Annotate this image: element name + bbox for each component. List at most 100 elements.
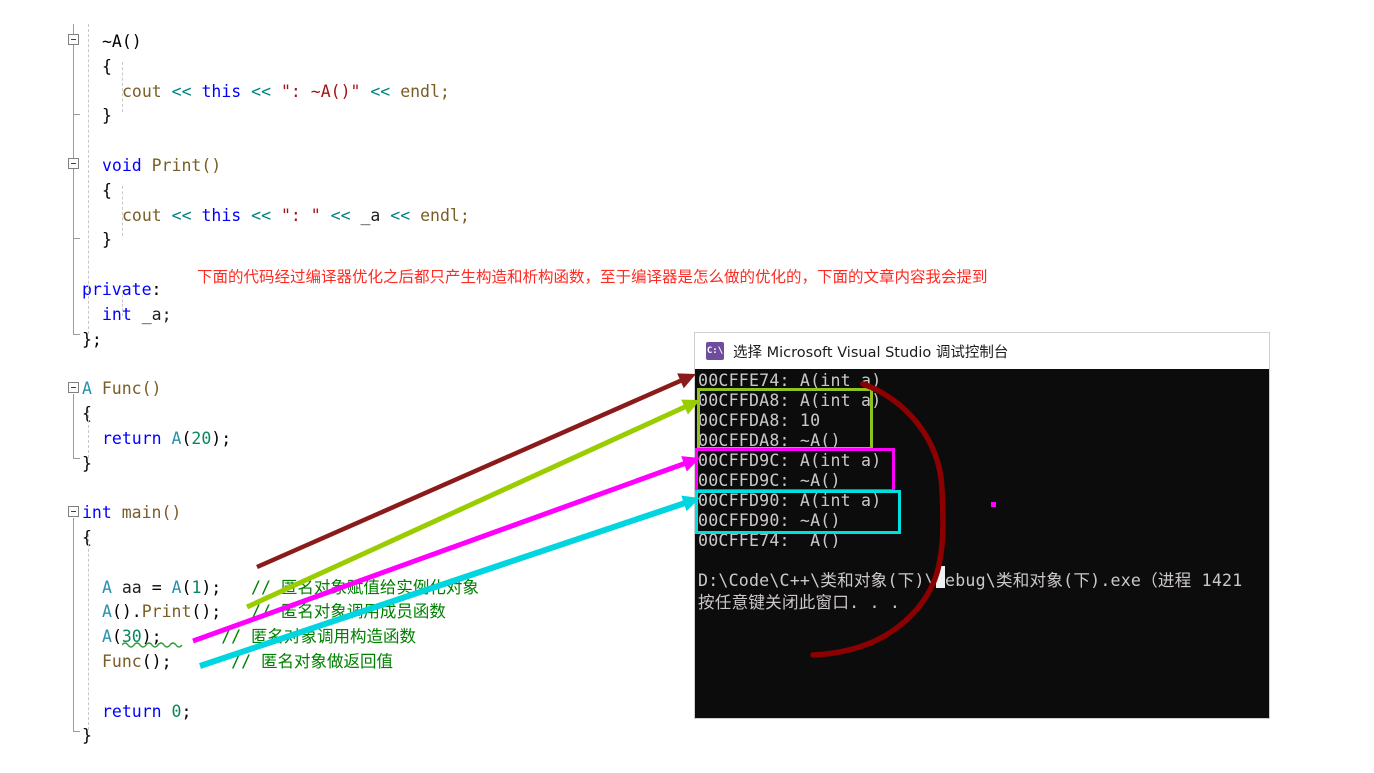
code-token: } [82,453,92,473]
code-token: ": ~A()" [280,81,371,101]
indent-guide-3 [122,186,123,236]
indent-guide-4 [122,290,123,316]
code-line: { [102,55,112,80]
code-token: Print [141,602,192,622]
magenta-highlight-box [695,448,895,492]
fold-toggle-func[interactable] [68,382,79,393]
code-token: main() [121,503,182,523]
code-token: // 匿名对象调用成员函数 [251,602,446,622]
code-token: 1 [191,577,202,597]
console-line: D:\Code\C++\类和对象(下)\Debug\类和对象(下).exe（进程… [698,571,1243,590]
code-token: this [201,205,252,225]
gutter-brace-cap-class-bottom [73,334,80,335]
code-line: ~A() [102,30,142,55]
code-token: return [102,701,172,721]
code-token: // 匿名对象调用构造函数 [221,627,417,647]
code-line: void Print() [102,154,221,179]
code-token: << [171,81,202,101]
code-token: _a [360,205,391,225]
code-token: (); [141,652,232,671]
console-title-bar[interactable]: C:\ 选择 Microsoft Visual Studio 调试控制台 [695,333,1269,370]
code-token: A [171,577,182,597]
code-token: ); [211,428,232,448]
code-token: ; [181,701,192,721]
code-editor-pane[interactable]: ~A() {cout << this << ": ~A()" << endl;} v… [0,0,988,773]
code-token: int [82,503,122,523]
code-token: void [102,156,152,175]
code-token: }; [82,329,102,349]
code-line: A Func() [82,377,161,402]
gutter-brace-cap-main [73,731,80,732]
code-line: }; [82,328,102,353]
gutter-brace-cap-print [73,238,80,239]
fold-toggle-destructor[interactable] [68,34,79,45]
code-token: = [151,577,172,597]
code-token: } [82,726,92,746]
error-squiggle-underline [122,642,183,648]
code-token: ); [201,577,252,597]
code-token: A [82,379,102,399]
code-line: A().Print(); // 匿名对象调用成员函数 [102,600,446,625]
code-token: A [102,627,112,647]
code-token: cout [122,205,172,225]
code-token: A [102,577,122,597]
code-line: cout << this << ": ~A()" << endl; [122,80,450,105]
gutter-brace-cap-func [73,458,80,459]
red-annotation-text: 下面的代码经过编译器优化之后都只产生构造和析构函数，至于编译器是怎么做的优化的，… [197,268,988,286]
code-token: << [390,205,421,225]
code-token: ( [111,627,122,647]
code-token: { [82,404,92,423]
code-token: _a; [141,304,172,324]
code-line: } [102,228,112,253]
gutter-brace-bar-func [73,394,74,458]
gutter-brace-bar-print [73,170,74,238]
code-line: { [82,402,92,427]
code-token: ( [181,428,192,448]
code-line: return 0; [102,700,191,725]
code-token: endl; [420,205,470,225]
code-token: cout [122,81,172,101]
code-token: { [102,56,112,76]
code-token: Func() [101,379,162,399]
code-token: return [102,428,172,448]
code-line: } [102,104,112,129]
code-token: << [251,81,281,101]
indent-guide-5 [88,410,89,458]
magenta-dot-mark [991,502,996,507]
code-line: A aa = A(1); // 匿名对象赋值给实例化对象 [102,576,479,601]
console-window[interactable]: C:\ 选择 Microsoft Visual Studio 调试控制台 00C… [695,333,1269,718]
gutter-brace-bar-destructor [73,46,74,114]
indent-guide-6 [88,534,89,730]
console-output-area[interactable]: 00CFFE74: A(int a) 00CFFDA8: A(int a) 00CF… [695,369,1269,718]
cyan-highlight-box [695,490,901,534]
code-token: ": " [280,205,331,225]
code-token: } [102,230,112,250]
code-token: << [251,205,281,225]
console-window-title: 选择 Microsoft Visual Studio 调试控制台 [733,344,1009,361]
gutter-brace-bar-main [73,518,74,731]
code-token: Func [102,652,142,671]
gutter-brace-cap-destructor [73,114,80,115]
code-token: A [171,428,182,448]
indent-guide-2 [122,62,123,112]
code-token: 0 [171,701,182,721]
code-token: private [82,280,152,299]
code-token: // 匿名对象做返回值 [231,652,393,671]
code-line: } [82,452,92,477]
fold-toggle-main[interactable] [68,506,79,517]
code-token: << [330,205,361,225]
console-line: 按任意键关闭此窗口. . . [698,593,901,612]
indent-guide-1 [88,24,89,334]
code-token: aa [121,577,152,597]
code-token: 20 [191,428,212,448]
code-token: endl; [400,81,450,101]
code-token: // 匿名对象赋值给实例化对象 [251,577,479,597]
code-token: : [151,280,162,299]
code-token: (). [111,602,142,622]
fold-toggle-print[interactable] [68,158,79,169]
code-token: ( [181,577,192,597]
code-line: } [82,724,92,749]
green-highlight-box [697,388,873,450]
code-line: return A(20); [102,427,231,452]
code-token: Print() [151,156,222,175]
